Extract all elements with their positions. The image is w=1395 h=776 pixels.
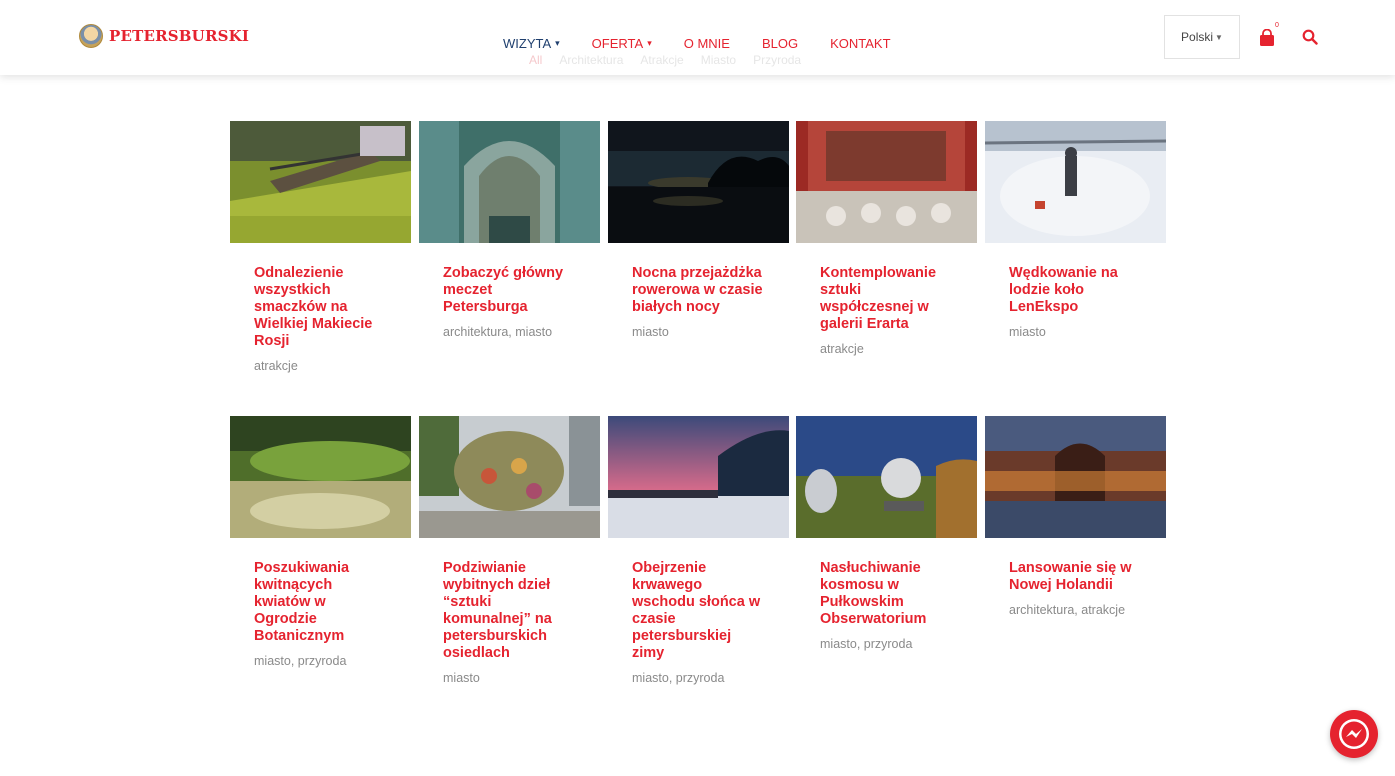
- filter-przyroda[interactable]: Przyroda: [753, 53, 801, 67]
- nav-item-o-mnie[interactable]: O MNIE: [684, 36, 730, 51]
- post-title[interactable]: Lansowanie się w Nowej Holandii: [1009, 560, 1142, 594]
- post-card[interactable]: Nocna przejażdżka rowerowa w czasie biał…: [608, 121, 789, 339]
- post-tags[interactable]: miasto: [632, 325, 765, 339]
- post-tags[interactable]: atrakcje: [254, 359, 387, 373]
- post-title[interactable]: Obejrzenie krwawego wschodu słońca w cza…: [632, 560, 765, 662]
- post-tags[interactable]: miasto: [1009, 325, 1142, 339]
- nav-label: WIZYTA: [503, 36, 552, 51]
- nav-label: KONTAKT: [830, 36, 891, 51]
- post-thumbnail[interactable]: [796, 121, 977, 243]
- nav-item-kontakt[interactable]: KONTAKT: [830, 36, 890, 51]
- post-thumbnail[interactable]: [608, 416, 789, 538]
- messenger-icon: [1339, 719, 1369, 749]
- post-tags[interactable]: miasto: [443, 671, 576, 685]
- post-card[interactable]: Poszukiwania kwitnących kwiatów w Ogrodz…: [230, 416, 411, 668]
- nav-label: BLOG: [761, 36, 799, 51]
- post-thumbnail[interactable]: [608, 121, 789, 243]
- main-nav: WIZYTA ▾ OFERTA ▾ O MNIE BLOG KONTAKT: [503, 36, 891, 51]
- site-logo[interactable]: PETERSBURSKI: [79, 24, 249, 48]
- site-header: PETERSBURSKI WIZYTA ▾ OFERTA ▾ O MNIE BLOG…: [0, 0, 1395, 75]
- category-filters: All Architektura Atrakcje Miasto Przyrod…: [529, 53, 801, 67]
- post-title[interactable]: Nasłuchiwanie kosmosu w Pułkowskim Obser…: [820, 560, 953, 628]
- post-tags[interactable]: miasto, przyroda: [254, 654, 387, 668]
- post-tags[interactable]: architektura, miasto: [443, 325, 576, 339]
- filter-all[interactable]: All: [529, 53, 542, 67]
- search-icon[interactable]: [1302, 29, 1318, 45]
- post-card[interactable]: Odnalezienie wszystkich smaczków na Wiel…: [230, 121, 411, 373]
- nav-item-blog[interactable]: BLOG: [762, 36, 798, 51]
- post-thumbnail[interactable]: [230, 121, 411, 243]
- language-selected: Polski: [1181, 30, 1214, 44]
- post-title[interactable]: Zobaczyć główny meczet Petersburga: [443, 265, 576, 316]
- nav-item-oferta[interactable]: OFERTA ▾: [592, 36, 652, 51]
- messenger-chat-button[interactable]: [1330, 710, 1378, 758]
- nav-label: OFERTA: [591, 36, 644, 51]
- post-title[interactable]: Nocna przejażdżka rowerowa w czasie biał…: [632, 265, 765, 316]
- post-title[interactable]: Kontemplowanie sztuki współczesnej w gal…: [820, 265, 953, 333]
- post-card[interactable]: Podziwianie wybitnych dzieł “sztuki komu…: [419, 416, 600, 685]
- post-title[interactable]: Wędkowanie na lodzie koło LenEkspo: [1009, 265, 1142, 316]
- post-card[interactable]: Obejrzenie krwawego wschodu słońca w cza…: [608, 416, 789, 685]
- cart-count-badge: 0: [1275, 22, 1279, 29]
- post-thumbnail[interactable]: [796, 416, 977, 538]
- post-title[interactable]: Podziwianie wybitnych dzieł “sztuki komu…: [443, 560, 576, 662]
- post-card[interactable]: Wędkowanie na lodzie koło LenEkspo miast…: [985, 121, 1166, 339]
- post-tags[interactable]: atrakcje: [820, 342, 953, 356]
- post-card[interactable]: Lansowanie się w Nowej Holandii architek…: [985, 416, 1166, 617]
- filter-miasto[interactable]: Miasto: [701, 53, 736, 67]
- post-thumbnail[interactable]: [985, 121, 1166, 243]
- post-tags[interactable]: architektura, atrakcje: [1009, 603, 1142, 617]
- post-thumbnail[interactable]: [419, 416, 600, 538]
- post-title[interactable]: Poszukiwania kwitnących kwiatów w Ogrodz…: [254, 560, 387, 645]
- nav-item-wizyta[interactable]: WIZYTA ▾: [503, 36, 560, 51]
- post-thumbnail[interactable]: [985, 416, 1166, 538]
- chevron-down-icon: ▾: [647, 38, 652, 48]
- post-tags[interactable]: miasto, przyroda: [632, 671, 765, 685]
- post-card[interactable]: Zobaczyć główny meczet Petersburga archi…: [419, 121, 600, 339]
- language-select[interactable]: Polski ▼: [1164, 15, 1240, 59]
- nav-label: O MNIE: [683, 36, 730, 51]
- post-card[interactable]: Nasłuchiwanie kosmosu w Pułkowskim Obser…: [796, 416, 977, 651]
- logo-emblem-icon: [79, 24, 103, 48]
- post-tags[interactable]: miasto, przyroda: [820, 637, 953, 651]
- chevron-down-icon: ▾: [555, 38, 560, 48]
- post-thumbnail[interactable]: [230, 416, 411, 538]
- post-card[interactable]: Kontemplowanie sztuki współczesnej w gal…: [796, 121, 977, 356]
- post-thumbnail[interactable]: [419, 121, 600, 243]
- brand-name: PETERSBURSKI: [109, 27, 250, 45]
- caret-down-icon: ▼: [1215, 32, 1223, 42]
- shopping-bag-icon[interactable]: [1258, 29, 1276, 47]
- filter-atrakcje[interactable]: Atrakcje: [640, 53, 683, 67]
- filter-architektura[interactable]: Architektura: [559, 53, 623, 67]
- post-title[interactable]: Odnalezienie wszystkich smaczków na Wiel…: [254, 265, 387, 350]
